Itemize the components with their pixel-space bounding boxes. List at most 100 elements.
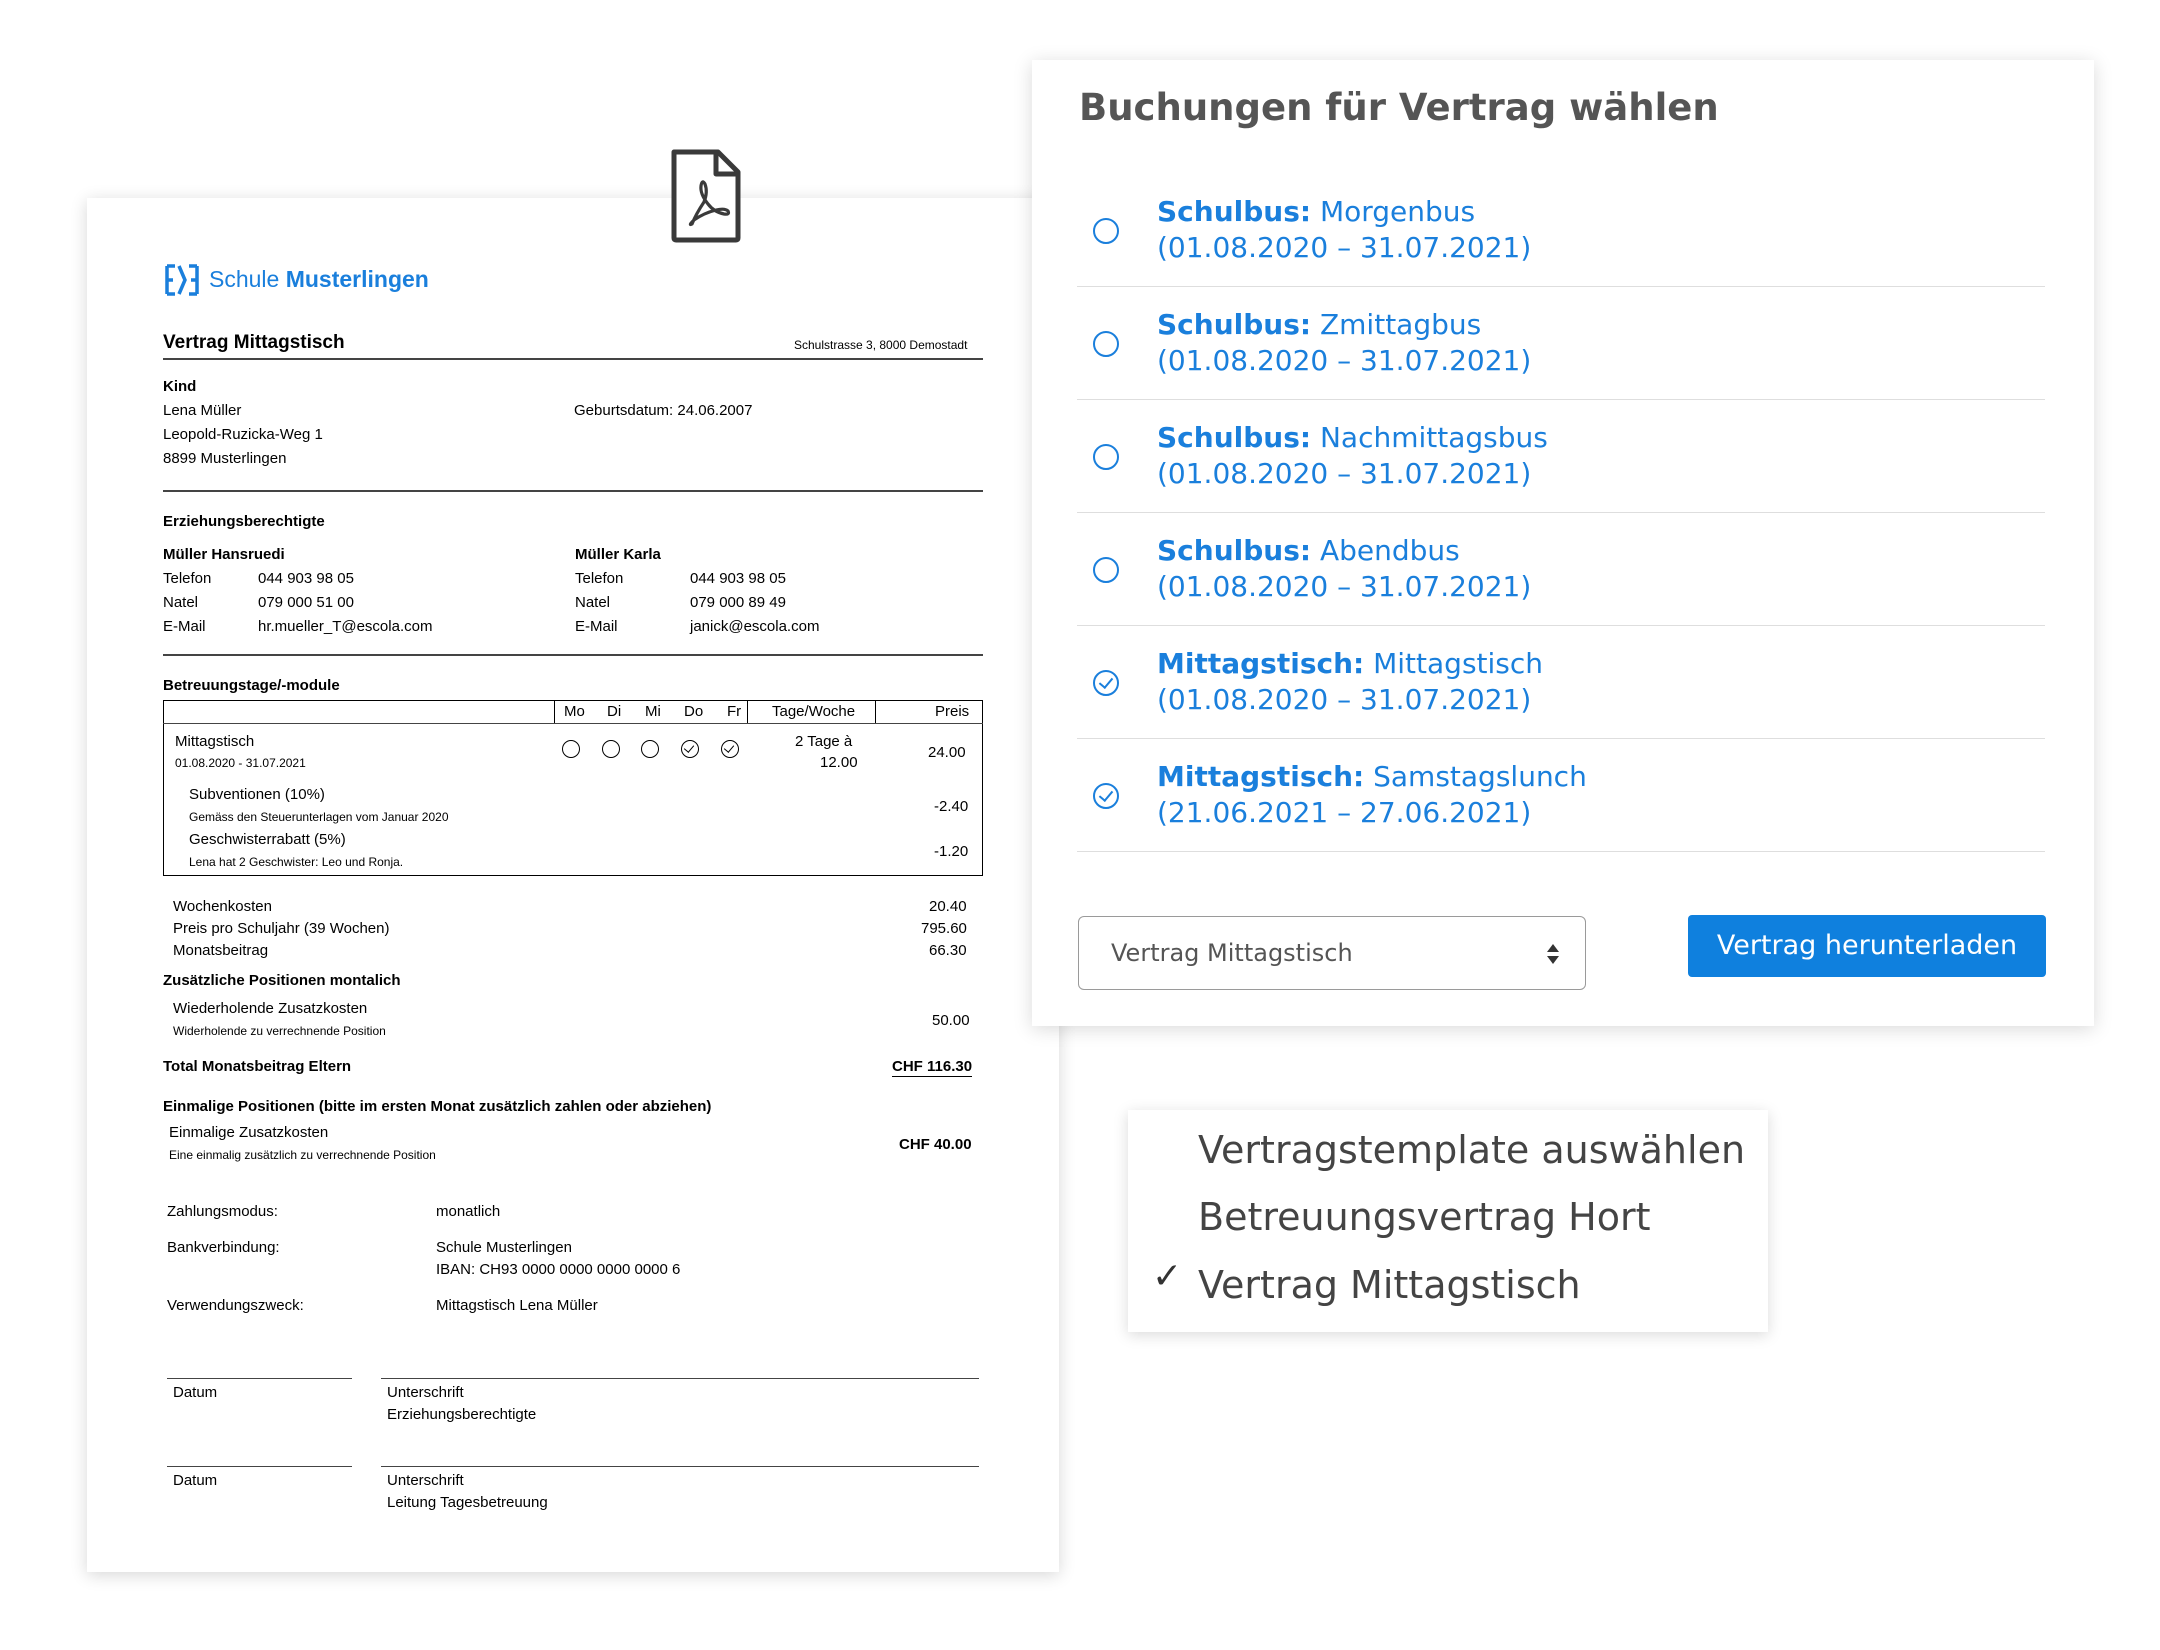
- day-header: Mi: [645, 703, 661, 720]
- preis-header: Preis: [935, 703, 970, 720]
- school-address: Schulstrasse 3, 8000 Demostadt: [794, 338, 968, 352]
- guardian2-name: Müller Karla: [575, 546, 661, 563]
- day-check-icon: [681, 740, 699, 758]
- year-price-label: Preis pro Schuljahr (39 Wochen): [173, 920, 390, 937]
- modules-heading: Betreuungstage/-module: [163, 677, 340, 694]
- booking-option-mittagstisch[interactable]: Mittagstisch: Mittagstisch (01.08.2020 –…: [1077, 625, 2045, 739]
- sibling-discount-price: -1.20: [934, 843, 969, 860]
- module-tage: 2 Tage à: [795, 733, 853, 750]
- payment-mode-label: Zahlungsmodus:: [167, 1203, 278, 1220]
- module-tage-price: 12.00: [820, 754, 858, 771]
- day-header: Fr: [727, 703, 742, 720]
- menu-option-placeholder[interactable]: Vertragstemplate auswählen: [1198, 1128, 1745, 1172]
- purpose-label: Verwendungszweck:: [167, 1297, 304, 1314]
- signature-role-leader: Leitung Tagesbetreuung: [387, 1494, 548, 1511]
- booking-option-label: Mittagstisch: Mittagstisch: [1157, 647, 1544, 680]
- subvention-price: -2.40: [934, 798, 969, 815]
- module-price: 24.00: [928, 744, 966, 761]
- guardian1-mail: hr.mueller_T@escola.com: [258, 618, 433, 635]
- booking-option-zmittagbus[interactable]: Schulbus: Zmittagbus (01.08.2020 – 31.07…: [1077, 286, 2045, 400]
- guardian2-natel: 079 000 89 49: [690, 594, 786, 611]
- day-circle-icon: [641, 740, 659, 758]
- booking-option-label: Schulbus: Abendbus: [1157, 534, 1460, 567]
- extra-monthly-note: Widerholende zu verrechnende Position: [173, 1024, 386, 1038]
- total-value: CHF 116.30: [892, 1058, 973, 1077]
- radio-circle-icon[interactable]: [1093, 557, 1119, 583]
- select-value: Vertrag Mittagstisch: [1111, 939, 1353, 967]
- booking-option-label: Schulbus: Morgenbus: [1157, 195, 1476, 228]
- bank-iban: IBAN: CH93 0000 0000 0000 0000 6: [436, 1261, 681, 1278]
- sibling-discount-note: Lena hat 2 Geschwister: Leo und Ronja.: [189, 855, 404, 869]
- week-cost-label: Wochenkosten: [173, 898, 272, 915]
- booking-option-abendbus[interactable]: Schulbus: Abendbus (01.08.2020 – 31.07.2…: [1077, 512, 2045, 626]
- year-price-value: 795.60: [921, 920, 967, 937]
- signature-line: [381, 1466, 979, 1467]
- kind-name: Lena Müller: [163, 402, 242, 419]
- month-contribution-value: 66.30: [929, 942, 967, 959]
- date-label: Datum: [173, 1384, 218, 1401]
- subvention-note: Gemäss den Steuerunterlagen vom Januar 2…: [189, 810, 449, 824]
- total-label: Total Monatsbeitrag Eltern: [163, 1058, 352, 1075]
- extra-monthly-value: 50.00: [932, 1012, 970, 1029]
- date-line: [167, 1466, 352, 1467]
- menu-option-hort[interactable]: Betreuungsvertrag Hort: [1198, 1195, 1651, 1239]
- kind-heading: Kind: [163, 378, 197, 395]
- pdf-file-icon: [671, 149, 741, 243]
- extra-monthly-name: Wiederholende Zusatzkosten: [173, 1000, 368, 1017]
- module-dates: 01.08.2020 - 31.07.2021: [175, 756, 306, 770]
- extra-monthly-heading: Zusätzliche Positionen montalich: [163, 972, 401, 989]
- date-line: [167, 1378, 352, 1379]
- radio-circle-icon[interactable]: [1093, 218, 1119, 244]
- signature-role-guardians: Erziehungsberechtigte: [387, 1406, 537, 1423]
- booking-option-dates: (01.08.2020 – 31.07.2021): [1157, 457, 1532, 490]
- school-logo-text: Schule Musterlingen: [209, 266, 429, 292]
- download-contract-button[interactable]: Vertrag herunterladen: [1688, 915, 2046, 977]
- guardian1-natel: 079 000 51 00: [258, 594, 354, 611]
- guardian1-name: Müller Hansruedi: [163, 546, 285, 563]
- bank-label: Bankverbindung:: [167, 1239, 280, 1256]
- bank-name: Schule Musterlingen: [436, 1239, 572, 1256]
- radio-circle-icon[interactable]: [1093, 444, 1119, 470]
- booking-selection-card: Buchungen für Vertrag wählen Schulbus: M…: [1032, 60, 2094, 1026]
- guardian2-tel: 044 903 98 05: [690, 570, 786, 587]
- radio-check-icon[interactable]: [1093, 670, 1119, 696]
- booking-option-label: Schulbus: Nachmittagsbus: [1157, 421, 1548, 454]
- checkmark-icon: ✓: [1152, 1256, 1183, 1297]
- booking-option-samstagslunch[interactable]: Mittagstisch: Samstagslunch (21.06.2021 …: [1077, 738, 2045, 852]
- table-col-line: [875, 700, 876, 723]
- guardian1-tel-label: Telefon: [163, 570, 212, 587]
- booking-option-dates: (21.06.2021 – 27.06.2021): [1157, 796, 1532, 829]
- signature-label: Unterschrift: [387, 1384, 464, 1401]
- one-time-heading: Einmalige Positionen (bitte im ersten Mo…: [163, 1098, 712, 1115]
- sibling-discount-name: Geschwisterrabatt (5%): [189, 831, 346, 848]
- menu-option-mittagstisch[interactable]: Vertrag Mittagstisch: [1198, 1263, 1581, 1307]
- one-time-name: Einmalige Zusatzkosten: [169, 1124, 329, 1141]
- radio-circle-icon[interactable]: [1093, 331, 1119, 357]
- signature-label: Unterschrift: [387, 1472, 464, 1489]
- kind-birthdate: Geburtsdatum: 24.06.2007: [574, 402, 753, 419]
- booking-option-label: Schulbus: Zmittagbus: [1157, 308, 1482, 341]
- day-header: Di: [607, 703, 622, 720]
- guardian1-natel-label: Natel: [163, 594, 199, 611]
- purpose-value: Mittagstisch Lena Müller: [436, 1297, 598, 1314]
- subvention-name: Subventionen (10%): [189, 786, 325, 803]
- signature-line: [381, 1378, 979, 1379]
- kind-street: Leopold-Ruzicka-Weg 1: [163, 426, 323, 443]
- radio-check-icon[interactable]: [1093, 783, 1119, 809]
- month-contribution-label: Monatsbeitrag: [173, 942, 269, 959]
- week-cost-value: 20.40: [929, 898, 967, 915]
- booking-option-dates: (01.08.2020 – 31.07.2021): [1157, 231, 1532, 264]
- booking-option-label: Mittagstisch: Samstagslunch: [1157, 760, 1587, 793]
- template-dropdown-menu: Vertragstemplate auswählen Betreuungsver…: [1128, 1110, 1768, 1332]
- day-header: Do: [684, 703, 704, 720]
- contract-template-select[interactable]: Vertrag Mittagstisch: [1078, 916, 1586, 990]
- sort-arrows-icon: [1547, 944, 1559, 964]
- booking-option-nachmittagsbus[interactable]: Schulbus: Nachmittagsbus (01.08.2020 – 3…: [1077, 399, 2045, 513]
- guardian2-tel-label: Telefon: [575, 570, 624, 587]
- booking-option-morgenbus[interactable]: Schulbus: Morgenbus (01.08.2020 – 31.07.…: [1077, 173, 2045, 287]
- kind-city: 8899 Musterlingen: [163, 450, 287, 467]
- booking-option-dates: (01.08.2020 – 31.07.2021): [1157, 570, 1532, 603]
- contract-document: Schule Musterlingen Vertrag Mittagstisch…: [87, 198, 1059, 1572]
- date-label: Datum: [173, 1472, 218, 1489]
- day-header: Mo: [564, 703, 585, 720]
